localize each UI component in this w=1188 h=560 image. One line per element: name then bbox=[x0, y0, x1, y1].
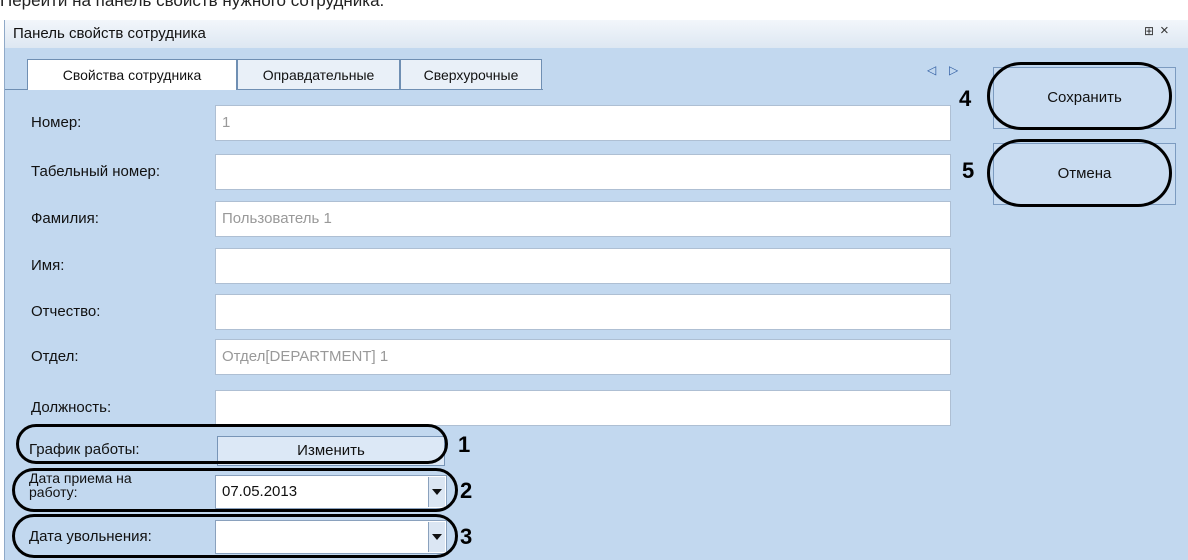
position-field[interactable] bbox=[215, 390, 951, 426]
panel-title: Панель свойств сотрудника bbox=[13, 25, 206, 42]
name-field[interactable] bbox=[215, 248, 951, 284]
callout-number-4: 4 bbox=[959, 86, 972, 111]
panel-titlebar: Панель свойств сотрудника ⊞ × bbox=[5, 20, 1188, 49]
callout-outline-1 bbox=[16, 424, 448, 464]
patronymic-field[interactable] bbox=[215, 294, 951, 330]
page-caption: Перейти на панель свойств нужного сотруд… bbox=[0, 0, 385, 10]
number-label: Номер: bbox=[31, 114, 82, 131]
surname-field[interactable]: Пользователь 1 bbox=[215, 201, 951, 237]
callout-outline-4 bbox=[987, 62, 1172, 130]
tab-number-label: Табельный номер: bbox=[31, 163, 161, 180]
tab-justifications[interactable]: Оправдательные bbox=[237, 59, 400, 89]
callout-outline-5 bbox=[987, 139, 1172, 207]
department-field[interactable]: Отдел[DEPARTMENT] 1 bbox=[215, 339, 951, 375]
callout-outline-2 bbox=[12, 468, 458, 512]
callout-number-3: 3 bbox=[460, 524, 473, 549]
callout-number-2: 2 bbox=[460, 478, 473, 503]
number-field[interactable]: 1 bbox=[215, 105, 951, 141]
callout-number-1: 1 bbox=[458, 432, 471, 457]
pin-icon[interactable]: ⊞ bbox=[1144, 24, 1154, 38]
callout-number-5: 5 bbox=[962, 158, 975, 183]
tab-overtime[interactable]: Сверхурочные bbox=[400, 59, 542, 89]
surname-label: Фамилия: bbox=[31, 210, 99, 227]
position-label: Должность: bbox=[31, 399, 112, 416]
tab-employee-properties[interactable]: Свойства сотрудника bbox=[27, 59, 237, 90]
patronymic-label: Отчество: bbox=[31, 303, 101, 320]
tab-scroll-right-icon[interactable]: ▷ bbox=[949, 63, 958, 77]
name-label: Имя: bbox=[31, 257, 65, 274]
tab-number-field[interactable] bbox=[215, 154, 951, 190]
callout-outline-3 bbox=[12, 514, 458, 558]
tab-scroll-left-icon[interactable]: ◁ bbox=[927, 63, 936, 77]
close-icon[interactable]: × bbox=[1160, 22, 1169, 39]
department-label: Отдел: bbox=[31, 348, 79, 365]
